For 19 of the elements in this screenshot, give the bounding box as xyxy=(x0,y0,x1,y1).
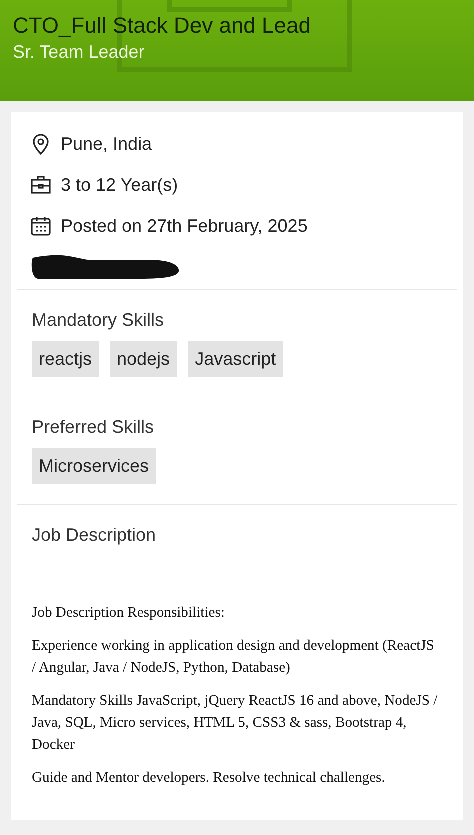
description-paragraph: Guide and Mentor developers. Resolve technical challenges. xyxy=(32,769,386,788)
skill-tag: Microservices xyxy=(32,448,156,484)
skill-tag: Javascript xyxy=(188,341,284,377)
detail-text: 3 to 12 Year(s) xyxy=(61,174,178,196)
location-pin-icon xyxy=(31,133,51,155)
job-role: Sr. Team Leader xyxy=(13,41,146,64)
detail-text: Pune, India xyxy=(61,134,152,154)
briefcase-icon xyxy=(31,175,51,195)
description-paragraph: Mandatory Skills JavaScript, jQuery ReactJS 16 and above, NodeJS / Java, SQL, Micro services, HTML 5, CSS3 & sass, Bootstrap 4, Docker xyxy=(32,692,439,755)
section-heading: Mandatory Skills xyxy=(32,310,166,331)
detail-text: Posted on 27th February, 2025 xyxy=(61,216,308,236)
description-paragraph: Experience working in application design and development (ReactJS / Angular, Java / NodeJS, Python, Database) xyxy=(32,637,436,678)
section-heading: Job Description xyxy=(32,525,158,546)
description-paragraph: Job Description Responsibilities: xyxy=(32,604,226,623)
skill-tag: reactjs xyxy=(32,341,100,377)
section-heading: Preferred Skills xyxy=(32,417,156,438)
calendar-icon xyxy=(31,216,51,236)
job-title: CTO_Full Stack Dev and Lead xyxy=(13,12,312,40)
skill-tag: nodejs xyxy=(110,341,178,377)
